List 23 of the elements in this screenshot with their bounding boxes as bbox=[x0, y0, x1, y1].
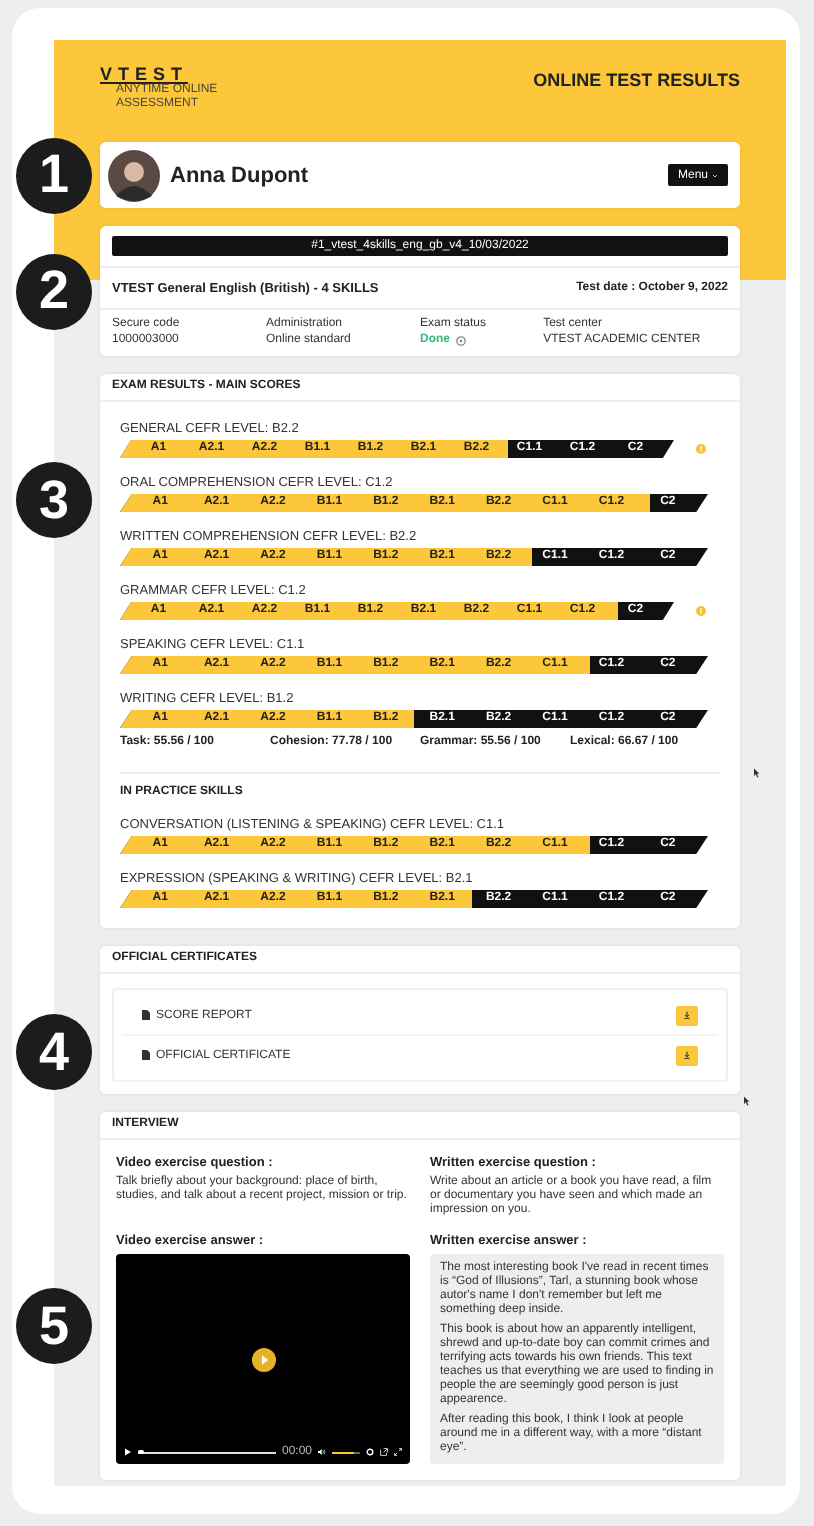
volume-icon[interactable] bbox=[318, 1448, 326, 1456]
avatar-icon bbox=[108, 149, 160, 201]
callout-badge: 2 bbox=[16, 253, 92, 329]
play-icon[interactable] bbox=[124, 1448, 132, 1456]
download-icon bbox=[682, 1050, 692, 1060]
external-link-icon[interactable] bbox=[380, 1448, 388, 1456]
download-button[interactable] bbox=[676, 1005, 698, 1025]
cursor-icon bbox=[754, 768, 760, 778]
fullscreen-icon[interactable] bbox=[394, 1448, 402, 1456]
download-icon bbox=[682, 1010, 692, 1020]
callout-badge: 1 bbox=[16, 137, 92, 213]
download-button[interactable] bbox=[676, 1045, 698, 1065]
cursor-icon bbox=[744, 1096, 750, 1106]
play-icon[interactable] bbox=[251, 1347, 275, 1371]
callout-badge: 3 bbox=[16, 462, 92, 538]
page-title: ONLINE TEST RESULTS bbox=[533, 70, 740, 90]
candidate-name: Anna Dupont bbox=[170, 163, 311, 187]
callout-badge: 4 bbox=[16, 1014, 92, 1090]
document-icon bbox=[142, 1010, 150, 1020]
settings-icon[interactable] bbox=[366, 1448, 374, 1456]
document-icon bbox=[142, 1050, 150, 1060]
callout-badge: 5 bbox=[16, 1288, 92, 1364]
logo: VTEST bbox=[100, 64, 189, 84]
